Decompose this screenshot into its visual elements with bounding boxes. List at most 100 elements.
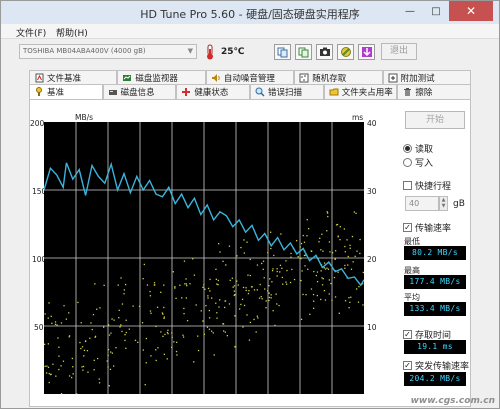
- access-time-point: [331, 299, 333, 301]
- drive-select[interactable]: TOSHIBA MB04ABA400V (4000 gB) ▼: [19, 44, 197, 59]
- access-time-point: [289, 281, 292, 284]
- access-time-point: [272, 310, 274, 312]
- access-time-point: [239, 308, 241, 310]
- short-stroke-unit: gB: [453, 199, 465, 209]
- y-unit-right: ms: [352, 113, 364, 122]
- access-time-point: [183, 260, 186, 262]
- access-time-point: [285, 260, 287, 262]
- access-time-point: [93, 369, 95, 371]
- health-icon: [181, 87, 191, 97]
- access-time-point: [249, 321, 251, 324]
- access-time-point: [146, 284, 149, 286]
- y-tick-right-10: 10: [367, 323, 377, 332]
- access-time-point: [113, 365, 115, 367]
- access-time-point: [234, 346, 236, 348]
- access-time-point: [216, 312, 218, 314]
- access-time-point: [218, 306, 220, 308]
- access-time-point: [256, 289, 258, 291]
- tab-file-benchmark[interactable]: 文件基准: [29, 70, 118, 85]
- tab-extra-tests[interactable]: 附加测试: [382, 70, 472, 85]
- write-radio[interactable]: 写入: [403, 156, 433, 169]
- access-time-point: [79, 341, 81, 344]
- transfer-rate-checkbox[interactable]: ✓ 传输速率: [403, 221, 451, 234]
- exit-button[interactable]: 退出: [381, 43, 417, 60]
- start-button[interactable]: 开始: [405, 111, 465, 129]
- tab-folder-usage[interactable]: 文件夹占用率: [323, 84, 398, 99]
- access-time-point: [261, 262, 263, 265]
- access-time-point: [155, 349, 157, 351]
- access-time-point: [316, 271, 319, 273]
- copy-button[interactable]: [274, 44, 291, 60]
- access-time-point: [71, 357, 73, 360]
- access-time-point: [106, 360, 108, 362]
- access-time-point: [258, 297, 261, 299]
- access-time-point: [248, 339, 251, 341]
- short-stroke-stepper[interactable]: ▲ ▼: [439, 196, 448, 211]
- access-time-point: [86, 350, 89, 352]
- short-stroke-input[interactable]: 40: [405, 196, 439, 211]
- access-time-point: [313, 270, 315, 273]
- access-time-point: [48, 372, 50, 375]
- short-stroke-checkbox[interactable]: 快捷行程: [403, 179, 451, 192]
- minimize-button[interactable]: —: [397, 1, 423, 21]
- access-time-point: [197, 349, 200, 352]
- tab-erase[interactable]: 擦除: [397, 84, 472, 99]
- access-time-point: [202, 320, 204, 322]
- access-time-point: [107, 354, 109, 357]
- screenshot-button[interactable]: [316, 44, 333, 60]
- tab-benchmark[interactable]: 基准: [29, 84, 103, 99]
- access-time-point: [216, 283, 218, 285]
- access-time-point: [160, 291, 162, 293]
- access-time-point: [176, 354, 178, 356]
- access-time-point: [300, 318, 303, 320]
- tab-disk-monitor[interactable]: 磁盘监视器: [117, 70, 206, 85]
- access-time-point: [57, 337, 59, 339]
- access-time-point: [248, 290, 250, 292]
- access-time-point: [111, 352, 113, 354]
- access-time-point: [89, 337, 91, 339]
- access-time-point: [54, 323, 57, 325]
- access-time-point: [208, 309, 210, 312]
- access-time-point: [149, 310, 152, 312]
- download-button[interactable]: [358, 44, 375, 60]
- menu-file[interactable]: 文件(F): [16, 26, 46, 39]
- checkbox-short-stroke: [403, 181, 412, 190]
- access-time-point: [155, 325, 157, 328]
- access-time-value: 19.1 ms: [404, 340, 466, 354]
- tab-aam[interactable]: 自动噪音管理: [205, 70, 295, 85]
- access-time-point: [346, 239, 348, 241]
- tab-error-scan[interactable]: 错误扫描: [250, 84, 324, 99]
- access-time-point: [107, 349, 110, 351]
- access-time-point: [226, 335, 228, 337]
- access-time-point: [304, 265, 306, 267]
- access-time-point: [302, 234, 304, 237]
- access-time-point: [279, 271, 281, 273]
- access-time-point: [94, 283, 96, 285]
- access-time-point: [120, 324, 122, 326]
- burst-rate-checkbox[interactable]: ✓ 突发传输速率: [403, 359, 469, 372]
- maximize-button[interactable]: □: [423, 1, 449, 21]
- access-time-point: [113, 319, 115, 321]
- tab-health[interactable]: 健康状态: [176, 84, 251, 99]
- access-time-point: [174, 287, 176, 289]
- access-time-point: [236, 255, 238, 257]
- extra-tests-icon: [388, 73, 398, 83]
- close-button[interactable]: ✕: [449, 1, 493, 21]
- options-button[interactable]: [337, 44, 354, 60]
- menu-help[interactable]: 帮助(H): [56, 26, 88, 39]
- copy-all-button[interactable]: [295, 44, 312, 60]
- disk-monitor-icon: [122, 73, 132, 83]
- access-time-point: [72, 373, 74, 375]
- checkbox-transfer-rate: ✓: [403, 222, 412, 232]
- access-time-point: [118, 309, 120, 311]
- read-radio[interactable]: 读取: [403, 142, 433, 155]
- y-tick-left-50: 50: [34, 323, 44, 332]
- access-time-point: [352, 261, 354, 263]
- access-time-point: [209, 278, 211, 281]
- radio-dot-write: [403, 158, 412, 167]
- tab-random-access[interactable]: 随机存取: [294, 70, 383, 85]
- access-time-point: [90, 322, 92, 324]
- tab-disk-info[interactable]: 磁盘信息: [102, 84, 177, 99]
- watermark: www.cgs.com.cn: [410, 396, 495, 406]
- access-time-point: [261, 298, 263, 300]
